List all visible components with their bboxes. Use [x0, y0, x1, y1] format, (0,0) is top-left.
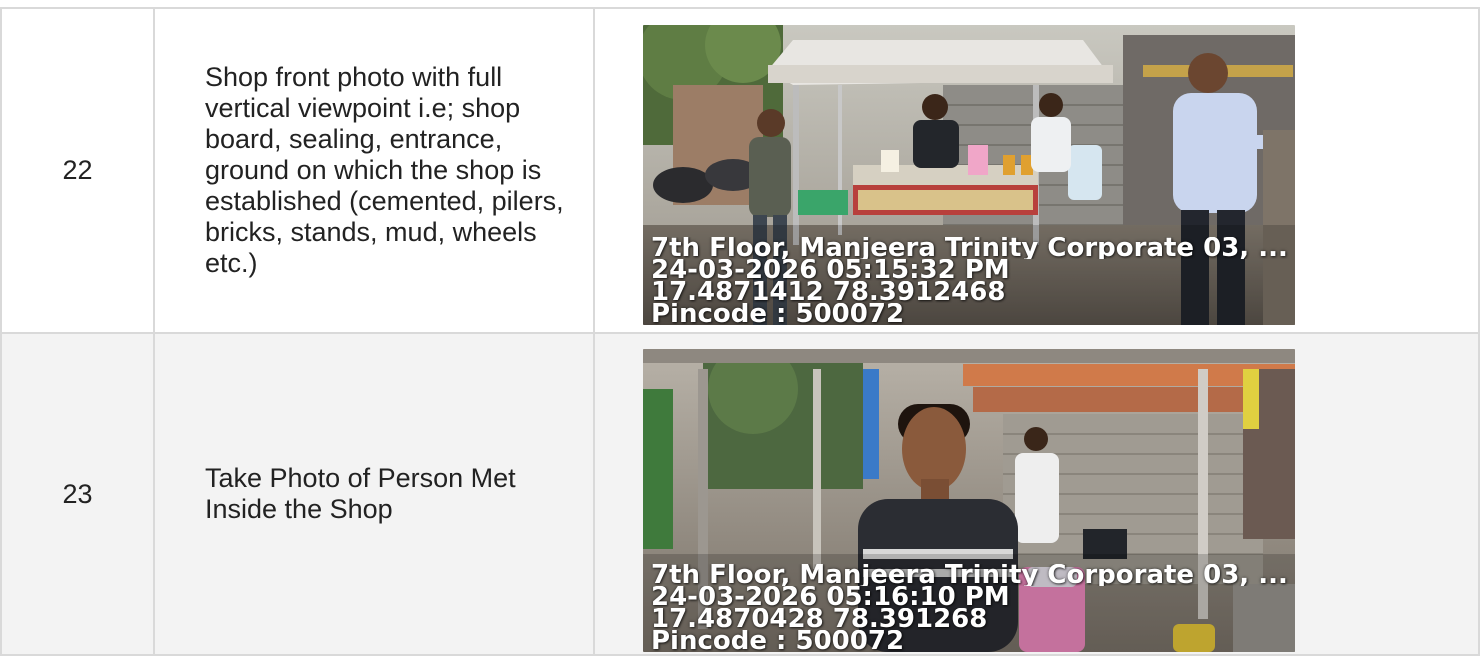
row-number: 22	[0, 7, 155, 334]
row-number: 23	[0, 332, 155, 656]
stamp-pincode: Pincode : 500072	[651, 303, 905, 325]
photo-stamp: 7th Floor, Manjeera Trinity Corporate 03…	[651, 564, 1289, 652]
row-description: Shop front photo with full vertical view…	[153, 7, 595, 334]
stamp-coordinates: 17.4870428 78.391268	[651, 608, 988, 630]
photo-stamp: 7th Floor, Manjeera Trinity Corporate 03…	[651, 237, 1289, 325]
stamp-address: 7th Floor, Manjeera Trinity Corporate 03…	[651, 564, 1288, 586]
table-row: 23 Take Photo of Person Met Inside the S…	[0, 332, 1480, 656]
table-row: 22 Shop front photo with full vertical v…	[0, 7, 1480, 334]
photo-cell: 7th Floor, Manjeera Trinity Corporate 03…	[593, 7, 1480, 334]
shop-front-photo[interactable]: 7th Floor, Manjeera Trinity Corporate 03…	[643, 25, 1295, 325]
row-description: Take Photo of Person Met Inside the Shop	[153, 332, 595, 656]
inspection-table: 22 Shop front photo with full vertical v…	[0, 7, 1480, 656]
stamp-pincode: Pincode : 500072	[651, 630, 905, 652]
stamp-coordinates: 17.4871412 78.3912468	[651, 281, 1006, 303]
stamp-address: 7th Floor, Manjeera Trinity Corporate 03…	[651, 237, 1288, 259]
person-met-photo[interactable]: 7th Floor, Manjeera Trinity Corporate 03…	[643, 349, 1295, 652]
stamp-datetime: 24-03-2026 05:16:10 PM	[651, 586, 1010, 608]
stamp-datetime: 24-03-2026 05:15:32 PM	[651, 259, 1010, 281]
photo-cell: 7th Floor, Manjeera Trinity Corporate 03…	[593, 332, 1480, 656]
